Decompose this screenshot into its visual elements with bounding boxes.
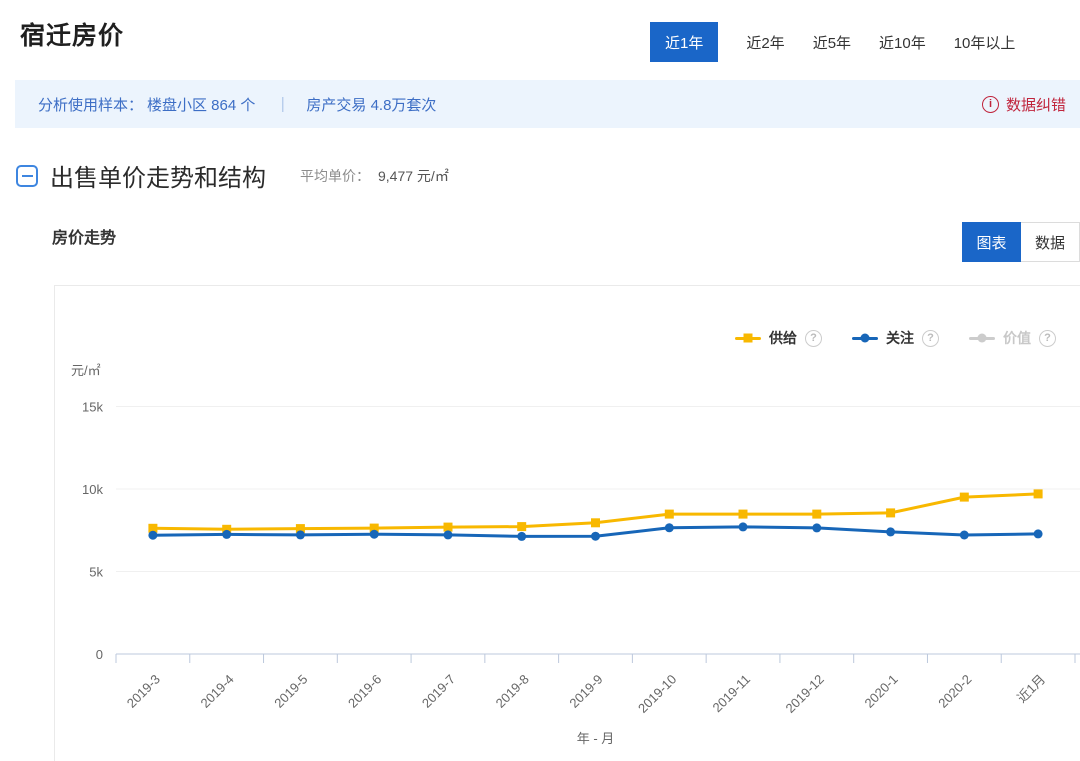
svg-text:10k: 10k [82,482,103,497]
data-point[interactable] [591,518,600,527]
page: 宿迁房价 近1年 近2年 近5年 近10年 10年以上 分析使用样本： 楼盘小区 864… [0,0,1080,761]
average-price: 平均单价： 9,477 元/㎡ [300,166,449,186]
legend-item-3[interactable]: 价值 [969,328,1056,348]
question-circle-icon[interactable] [1039,330,1056,347]
data-point[interactable] [812,510,821,519]
question-circle-icon[interactable] [805,330,822,347]
average-price-value: 9,477 元/㎡ [378,166,449,186]
svg-text:2019-8: 2019-8 [493,672,532,711]
data-point[interactable] [960,531,969,540]
svg-text:2019-3: 2019-3 [124,672,163,711]
trend-title: 房价走势 [52,224,116,248]
section-title: 出售单价走势和结构 [50,158,266,193]
svg-text:近1月: 近1月 [1014,672,1048,706]
svg-text:2019-4: 2019-4 [198,672,237,711]
svg-text:2020-2: 2020-2 [935,672,974,711]
data-point[interactable] [886,508,895,517]
legend-item-1[interactable]: 供给 [735,328,822,348]
data-point[interactable] [591,532,600,541]
data-point[interactable] [812,523,821,532]
time-tab-3[interactable]: 近5年 [813,32,851,53]
data-correction-link[interactable]: 数据纠错 [982,94,1066,115]
legend-circle-marker-icon [969,334,995,343]
page-title: 宿迁房价 [20,16,124,52]
divider: ｜ [275,94,290,115]
svg-text:2020-1: 2020-1 [861,672,900,711]
sample-communities: 楼盘小区 864 个 [147,94,255,115]
minus-square-icon[interactable] [16,165,38,187]
data-point[interactable] [1034,529,1043,538]
view-tab-2[interactable]: 数据 [1021,222,1080,262]
legend-label: 供给 [769,328,797,348]
chart-data-toggle: 图表数据 [962,222,1080,262]
section-header: 出售单价走势和结构 平均单价： 9,477 元/㎡ [16,158,449,193]
svg-text:2019-7: 2019-7 [419,672,458,711]
time-tab-4[interactable]: 近10年 [879,32,926,53]
data-point[interactable] [444,523,453,532]
svg-text:2019-9: 2019-9 [566,672,605,711]
data-point[interactable] [739,522,748,531]
svg-text:15k: 15k [82,400,103,415]
sample-transactions: 房产交易 4.8万套次 [306,94,436,115]
data-correction-label: 数据纠错 [1006,94,1066,115]
info-circle-icon [982,96,999,113]
svg-text:5k: 5k [89,565,103,580]
svg-text:2019-10: 2019-10 [635,672,679,716]
legend-circle-marker-icon [852,334,878,343]
data-point[interactable] [739,510,748,519]
svg-text:2019-6: 2019-6 [345,672,384,711]
x-axis-title: 年 - 月 [577,731,615,746]
data-point[interactable] [148,531,157,540]
data-point[interactable] [1034,489,1043,498]
svg-text:2019-5: 2019-5 [271,672,310,711]
data-point[interactable] [517,532,526,541]
price-trend-chart[interactable]: 0 5k 10k 15k 元/㎡ 2019-3 2019-4 2019-5 2019-6 2019… [54,285,1080,761]
trend-chart-svg[interactable]: 0 5k 10k 15k 元/㎡ 2019-3 2019-4 2019-5 2019-6 2019… [55,286,1080,761]
sample-info-text: 分析使用样本： 楼盘小区 864 个 ｜ 房产交易 4.8万套次 [38,94,440,115]
time-range-tabs: 近1年 近2年 近5年 近10年 10年以上 [650,22,1015,62]
time-tab-1[interactable]: 近1年 [650,22,718,62]
svg-text:0: 0 [96,647,103,662]
y-axis-unit: 元/㎡ [71,363,101,378]
legend-item-2[interactable]: 关注 [852,328,939,348]
data-point[interactable] [444,530,453,539]
sample-info-bar: 分析使用样本： 楼盘小区 864 个 ｜ 房产交易 4.8万套次 数据纠错 [15,80,1080,128]
data-point[interactable] [517,522,526,531]
sample-label: 分析使用样本： [38,94,143,115]
legend-label: 关注 [886,328,914,348]
time-tab-5[interactable]: 10年以上 [954,32,1016,53]
data-point[interactable] [960,493,969,502]
legend-square-marker-icon [735,334,761,343]
svg-text:2019-11: 2019-11 [709,672,753,716]
time-tab-2[interactable]: 近2年 [746,32,784,53]
chart-legend: 供给 关注 价值 [735,328,1056,348]
data-point[interactable] [370,530,379,539]
legend-label: 价值 [1003,328,1031,348]
data-point[interactable] [222,530,231,539]
view-tab-1[interactable]: 图表 [962,222,1021,262]
question-circle-icon[interactable] [922,330,939,347]
average-price-label: 平均单价： [300,166,370,186]
data-point[interactable] [886,527,895,536]
data-point[interactable] [296,530,305,539]
data-point[interactable] [665,510,674,519]
data-point[interactable] [665,523,674,532]
svg-text:2019-12: 2019-12 [783,672,827,716]
